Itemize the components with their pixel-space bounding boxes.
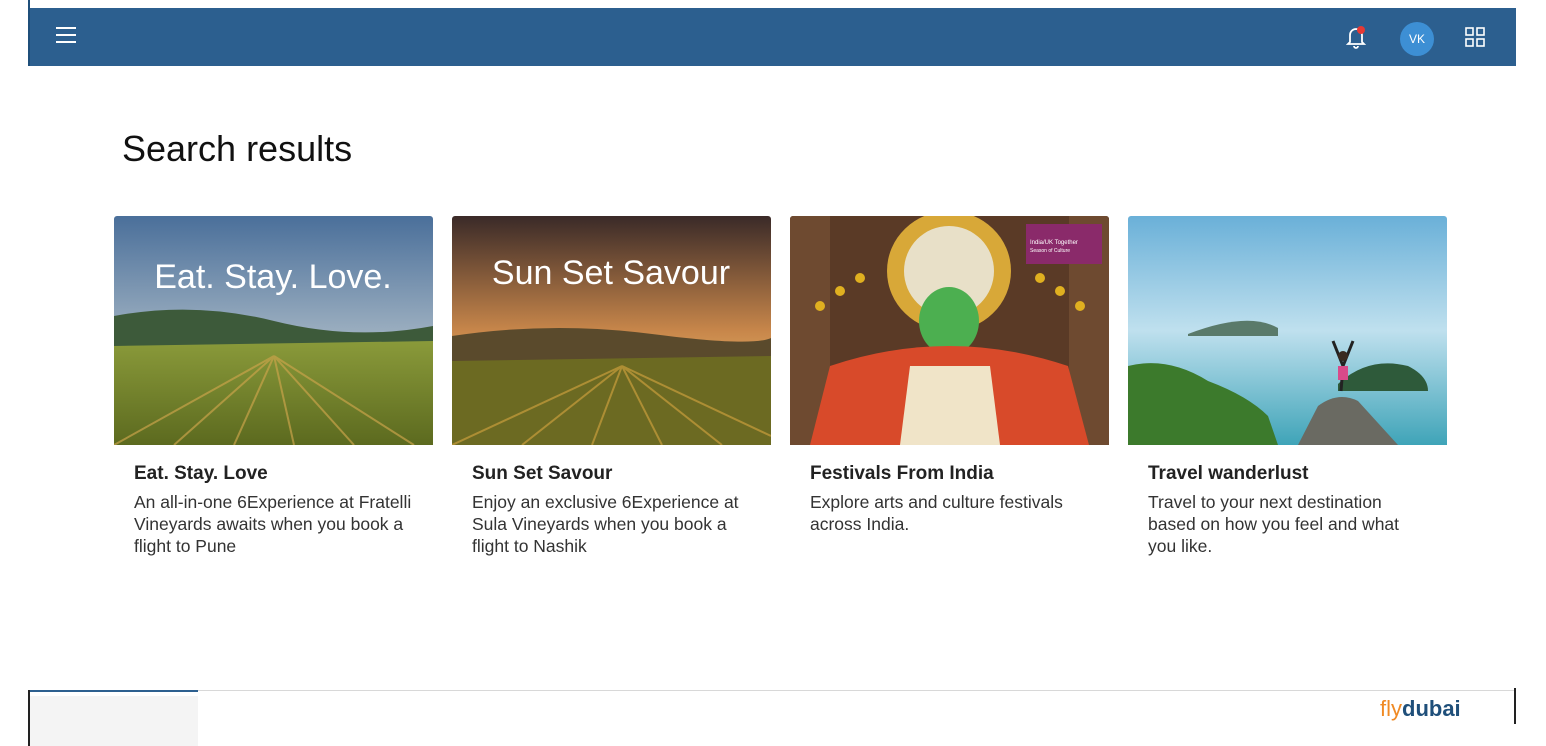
- footer-panel: [30, 696, 198, 746]
- card-image[interactable]: Sun Set Savour: [452, 216, 771, 445]
- result-card-festivals-from-india[interactable]: India/UK Together Season of Culture Fest…: [790, 216, 1109, 535]
- flydubai-logo[interactable]: flydubai: [1380, 696, 1461, 722]
- card-image[interactable]: [1128, 216, 1447, 445]
- card-image-text: Eat. Stay. Love.: [154, 258, 392, 296]
- page-title: Search results: [122, 128, 353, 169]
- footer-active-indicator: [30, 690, 198, 692]
- logo-text-fly: fly: [1380, 696, 1402, 721]
- notification-dot-icon: [1357, 26, 1365, 34]
- footer-right-border: [1514, 688, 1516, 724]
- card-description: Explore arts and culture festivals acros…: [810, 492, 1063, 534]
- result-card-sun-set-savour[interactable]: Sun Set Savour Sun Set Savour Enjoy an e…: [452, 216, 771, 557]
- hamburger-menu-icon[interactable]: [56, 27, 76, 45]
- card-image[interactable]: India/UK Together Season of Culture: [790, 216, 1109, 445]
- badge-text: India/UK Together: [1030, 240, 1078, 246]
- top-app-bar: VK: [30, 8, 1516, 66]
- card-description: An all-in-one 6Experience at Fratelli Vi…: [134, 492, 412, 556]
- card-description: Travel to your next destination based on…: [1148, 492, 1400, 556]
- footer-divider: [198, 690, 1516, 691]
- user-avatar[interactable]: VK: [1400, 22, 1434, 56]
- logo-text-dubai: dubai: [1402, 696, 1461, 721]
- card-title: Festivals From India: [810, 463, 994, 484]
- card-title: Travel wanderlust: [1148, 463, 1309, 484]
- card-title: Sun Set Savour: [472, 463, 613, 484]
- card-description: Enjoy an exclusive 6Experience at Sula V…: [472, 492, 739, 556]
- result-card-travel-wanderlust[interactable]: Travel wanderlust Travel to your next de…: [1128, 216, 1447, 557]
- badge-text: Season of Culture: [1030, 248, 1070, 254]
- notification-bell-icon[interactable]: [1344, 24, 1368, 50]
- card-title: Eat. Stay. Love: [134, 463, 268, 484]
- apps-grid-icon[interactable]: [1464, 26, 1486, 48]
- result-card-eat-stay-love[interactable]: Eat. Stay. Love. Eat. Stay. Love An all-…: [114, 216, 433, 557]
- card-image-text: Sun Set Savour: [492, 254, 730, 292]
- card-image[interactable]: Eat. Stay. Love.: [114, 216, 433, 445]
